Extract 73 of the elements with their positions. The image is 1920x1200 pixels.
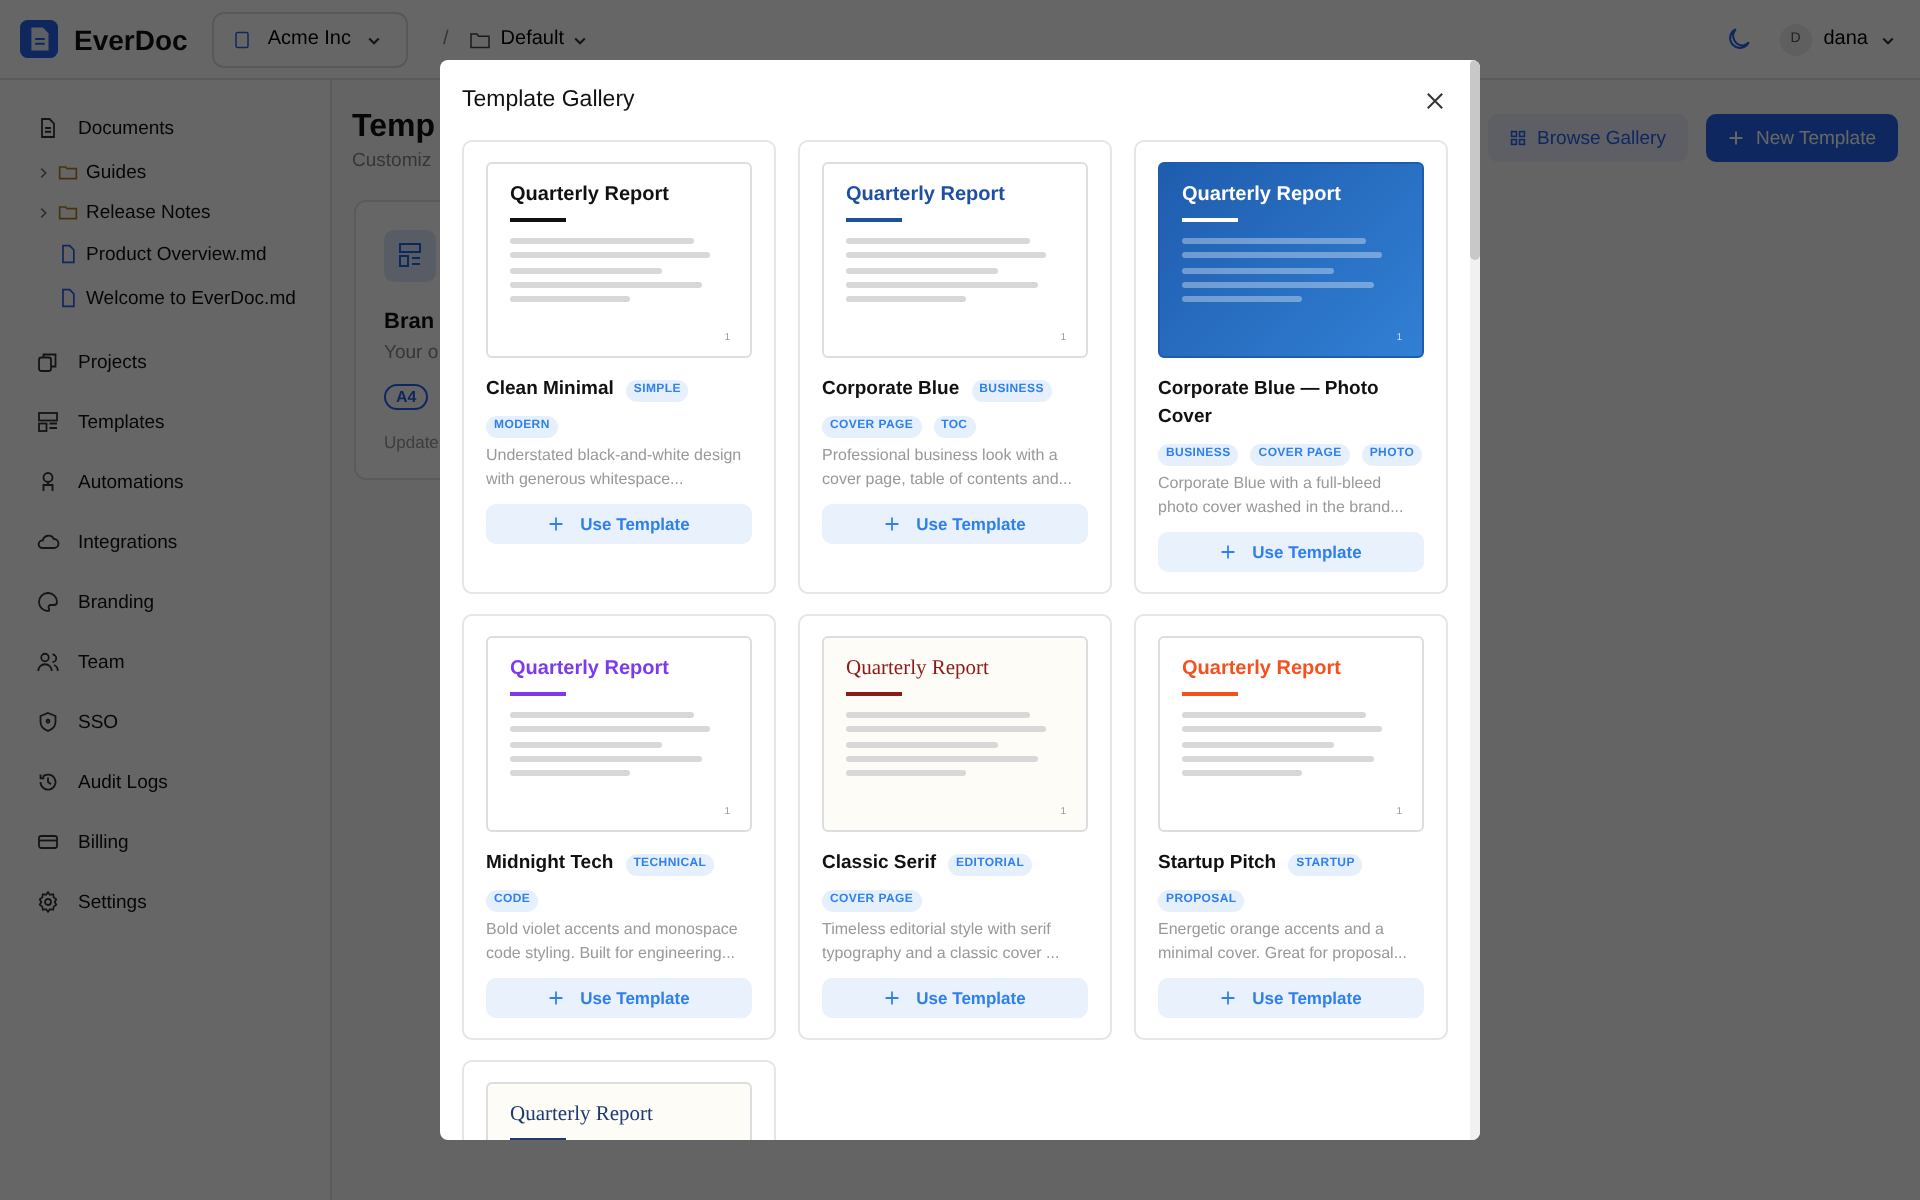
layout-icon	[36, 410, 60, 434]
dialog-title: Template Gallery	[462, 88, 635, 112]
new-template-button[interactable]: New Template	[1705, 114, 1898, 162]
history-icon	[36, 770, 60, 794]
workspace-selector[interactable]: Default	[468, 27, 588, 51]
tree-item[interactable]: Product Overview.md	[36, 232, 330, 276]
tree-item[interactable]: Release Notes	[36, 192, 330, 232]
app-name: EverDoc	[74, 23, 188, 55]
building-icon	[229, 27, 254, 51]
grid-icon	[1509, 130, 1526, 146]
template-name: Midnight Tech	[486, 850, 614, 878]
plus-icon	[884, 990, 901, 1006]
sidebar-item[interactable]: SSO	[36, 692, 330, 752]
file-icon	[58, 244, 78, 264]
settings-icon	[36, 890, 60, 914]
moon-icon[interactable]	[1725, 26, 1752, 52]
sidebar-item[interactable]: Automations	[36, 452, 330, 512]
chevron-icon[interactable]	[36, 165, 50, 179]
use-template-button[interactable]: Use Template	[822, 504, 1088, 544]
file-icon	[58, 288, 78, 308]
template-description: Energetic orange accents and a minimal cover. Great for proposal...	[1158, 918, 1409, 964]
template-preview: Quarterly Report	[486, 1082, 752, 1140]
sidebar-item[interactable]: Audit Logs	[36, 752, 330, 812]
sidebar-item[interactable]: Projects	[36, 332, 330, 392]
breadcrumb-separator: /	[443, 28, 449, 50]
template-description: Understated black-and-white design with generous whitespace...	[486, 444, 744, 490]
plus-icon	[548, 990, 565, 1006]
sidebar-item[interactable]: Templates	[36, 392, 330, 452]
plus-icon	[1727, 130, 1744, 146]
organization-selector[interactable]: Acme Inc	[211, 11, 407, 67]
use-template-button[interactable]: Use Template	[486, 504, 752, 544]
template-name: Bran	[384, 310, 435, 334]
use-template-button[interactable]: Use Template	[486, 978, 752, 1018]
team-icon	[36, 650, 60, 674]
document-icon	[36, 116, 60, 140]
credit-card-icon	[36, 830, 60, 854]
shield-icon	[36, 710, 60, 734]
use-template-button[interactable]: Use Template	[822, 978, 1088, 1018]
use-template-button[interactable]: Use Template	[1158, 978, 1424, 1018]
stacked-pages-icon	[36, 350, 60, 374]
sidebar-item[interactable]: Settings	[36, 872, 330, 932]
template-name: Corporate Blue — Photo Cover	[1158, 376, 1381, 432]
template-description: Timeless editorial style with serif typography and a classic cover ...	[822, 918, 1062, 964]
tree-item[interactable]: Welcome to EverDoc.md	[36, 276, 330, 320]
sidebar-item[interactable]: Billing	[36, 812, 330, 872]
scrollbar[interactable]	[1470, 60, 1480, 1140]
folder-icon	[468, 27, 493, 51]
chevron-icon[interactable]	[36, 205, 50, 219]
sidebar-item[interactable]: Documents	[36, 98, 330, 158]
plus-icon	[1220, 990, 1237, 1006]
template-icon	[384, 230, 436, 282]
template-name: Corporate Blue	[822, 376, 960, 404]
cloud-icon	[36, 530, 60, 554]
use-template-button[interactable]: Use Template	[1158, 532, 1424, 572]
browse-gallery-button[interactable]: Browse Gallery	[1487, 114, 1688, 162]
template-description: Professional business look with a cover page, table of contents and...	[822, 444, 1074, 490]
template-description: Bold violet accents and monospace code styling. Built for engineering...	[486, 918, 740, 964]
template-name: Startup Pitch	[1158, 850, 1277, 878]
tree-item[interactable]: Guides	[36, 152, 330, 192]
sidebar-item[interactable]: Team	[36, 632, 330, 692]
sidebar-item[interactable]: Integrations	[36, 512, 330, 572]
page-title: Temp	[352, 110, 435, 146]
sidebar-item[interactable]: Branding	[36, 572, 330, 632]
plus-icon	[548, 516, 565, 532]
template-description: Corporate Blue with a full-bleed photo cover washed in the brand...	[1158, 472, 1406, 518]
palette-icon	[36, 590, 60, 614]
template-name: Classic Serif	[822, 850, 937, 878]
page-size-tag: A4	[384, 384, 429, 410]
plus-icon	[884, 516, 901, 532]
close-icon[interactable]	[1426, 91, 1444, 109]
document-logo-icon	[20, 20, 58, 58]
plus-icon	[1220, 544, 1237, 560]
template-name: Clean Minimal	[486, 376, 614, 404]
